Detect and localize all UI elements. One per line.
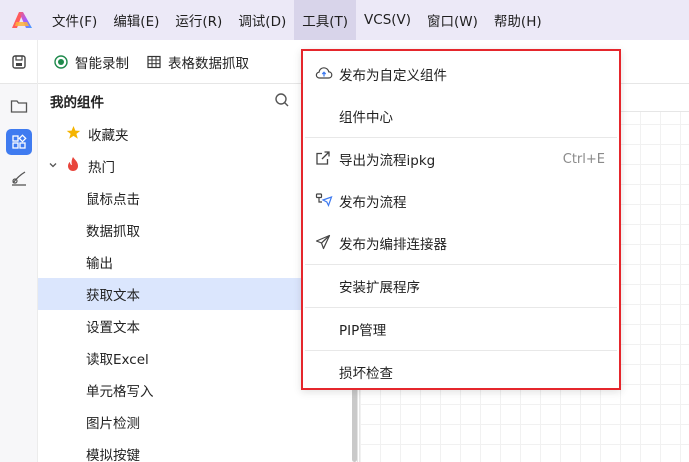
activity-bar [0,84,38,462]
menu-bar: 文件(F) 编辑(E) 运行(R) 调试(D) 工具(T) VCS(V) 窗口(… [0,0,689,40]
list-item[interactable]: 模拟按键 [38,438,357,462]
menu-file[interactable]: 文件(F) [44,0,105,40]
hot-label: 热门 [88,160,115,176]
menu-item-label: PIP管理 [339,323,387,339]
menu-item-publish-connector[interactable]: 发布为编排连接器 [303,222,619,264]
menu-item-shortcut: Ctrl+E [562,151,605,167]
component-label: 鼠标点击 [86,192,140,208]
menu-edit[interactable]: 编辑(E) [105,0,167,40]
menu-item-pip-manage[interactable]: PIP管理 [303,308,619,350]
app-logo-icon [0,0,44,40]
panel-scrollbar[interactable] [352,384,357,462]
search-icon[interactable] [274,92,290,112]
menu-item-install-extension[interactable]: 安装扩展程序 [303,265,619,307]
smart-record-label: 智能录制 [75,55,129,72]
menu-run[interactable]: 运行(R) [167,0,230,40]
menu-item-publish-flow[interactable]: 发布为流程 [303,180,619,222]
component-label: 获取文本 [86,288,140,304]
panel-title: 我的组件 [50,95,104,111]
table-icon [147,55,161,68]
table-capture-button[interactable]: 表格数据抓取 [137,40,257,84]
component-label: 模拟按键 [86,448,140,462]
table-capture-label: 表格数据抓取 [168,55,249,72]
menu-vcs[interactable]: VCS(V) [356,0,419,40]
menu-item-label: 发布为编排连接器 [339,237,447,253]
chevron-down-icon[interactable] [48,158,58,174]
menu-item-corruption-check[interactable]: 损坏检查 [303,351,619,393]
menu-debug[interactable]: 调试(D) [230,0,294,40]
component-label: 图片检测 [86,416,140,432]
list-item[interactable]: 图片检测 [38,406,357,438]
smart-record-button[interactable]: 智能录制 [38,40,137,84]
menu-item-component-center[interactable]: 组件中心 [303,95,619,137]
star-icon [66,125,81,144]
tools-dropdown-menu: 发布为自定义组件 组件中心 导出为流程ipkg Ctrl+E 发布为流程 发布为… [301,49,621,390]
menu-window[interactable]: 窗口(W) [419,0,486,40]
component-label: 数据抓取 [86,224,140,240]
menu-item-label: 发布为流程 [339,195,407,211]
record-icon [54,54,68,69]
menu-item-label: 发布为自定义组件 [339,68,447,84]
component-label: 读取Excel [86,352,149,368]
menu-tools[interactable]: 工具(T) [294,0,357,40]
export-icon [315,150,331,170]
folder-icon[interactable] [0,88,38,124]
menu-item-label: 导出为流程ipkg [339,153,436,169]
component-label: 单元格写入 [86,384,154,400]
brush-icon[interactable] [0,160,38,196]
components-icon[interactable] [0,124,38,160]
flow-publish-icon [315,192,333,212]
cloud-upload-icon [315,65,333,85]
menu-item-label: 损坏检查 [339,366,393,382]
component-label: 设置文本 [86,320,140,336]
flame-icon [66,156,80,176]
menu-item-label: 安装扩展程序 [339,280,420,296]
menu-item-publish-custom-component[interactable]: 发布为自定义组件 [303,53,619,95]
menu-item-label: 组件中心 [339,110,393,126]
save-icon[interactable] [0,39,38,84]
send-icon [315,234,331,254]
menu-item-export-ipkg[interactable]: 导出为流程ipkg Ctrl+E [303,138,619,180]
menu-help[interactable]: 帮助(H) [486,0,550,40]
favorites-label: 收藏夹 [88,128,129,144]
component-label: 输出 [86,256,113,272]
